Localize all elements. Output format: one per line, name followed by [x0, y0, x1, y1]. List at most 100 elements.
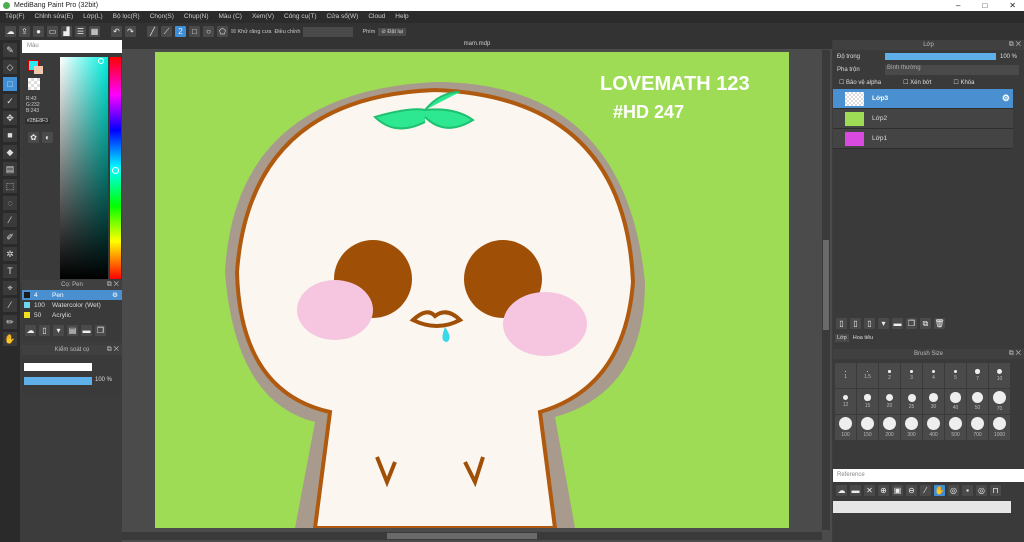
clip-checkbox[interactable]: ☐ Xén bớt — [903, 79, 931, 86]
dot-tool-icon[interactable]: □ — [3, 77, 17, 91]
new-brush-icon[interactable]: ▯ — [39, 325, 50, 336]
move-tool-icon[interactable]: ✥ — [3, 111, 17, 125]
maximize-button[interactable]: □ — [982, 0, 987, 11]
fit-icon[interactable]: ▣ — [892, 485, 903, 496]
layer-opacity-slider[interactable] — [885, 53, 996, 60]
color-history-icon[interactable]: ◐ — [42, 132, 53, 143]
close-button[interactable]: ✕ — [1009, 0, 1016, 11]
layer-row[interactable]: Lớp3 ⚙ — [833, 89, 1013, 109]
menu-layer[interactable]: Lớp(L) — [83, 11, 102, 23]
fill-rect-tool-icon[interactable]: ■ — [3, 128, 17, 142]
redo-icon[interactable]: ↷ — [125, 26, 136, 37]
add-layer-menu-icon[interactable]: ▾ — [878, 318, 889, 329]
brush-size-cell[interactable]: 3 — [901, 363, 922, 388]
snap-off-button[interactable]: ⊘ Đặt lại — [378, 27, 407, 36]
panel-close-icon[interactable]: ⧉ ✕ — [1009, 40, 1021, 50]
horizontal-scrollbar[interactable] — [122, 532, 822, 540]
tab-layers[interactable]: Lớp — [835, 334, 849, 342]
merge-layer-icon[interactable]: ⧉ — [920, 318, 931, 329]
menu-window[interactable]: Cửa sổ(W) — [327, 11, 359, 23]
select-eraser-icon[interactable]: ✲ — [3, 247, 17, 261]
brush-size-cell[interactable]: 100 — [835, 415, 856, 440]
brush-size-cell[interactable]: 30 — [923, 389, 944, 414]
duplicate-icon[interactable]: ❐ — [95, 325, 106, 336]
drawing-canvas[interactable]: LOVEMATH 123 #HD 247 — [155, 52, 789, 528]
brush-size-cell[interactable]: 70 — [989, 389, 1010, 414]
protect-alpha-checkbox[interactable]: ☐ Bảo vệ alpha — [839, 79, 881, 86]
new-halftone-layer-icon[interactable]: ▯ — [850, 318, 861, 329]
new-layer-icon[interactable]: ▯ — [836, 318, 847, 329]
hand-icon[interactable]: ✋ — [934, 485, 945, 496]
brush-size-cell[interactable]: 25 — [901, 389, 922, 414]
duplicate-layer-icon[interactable]: ❐ — [906, 318, 917, 329]
hex-value[interactable]: #2BE8F3 — [25, 118, 50, 124]
brush-size-cell[interactable]: 400 — [923, 415, 944, 440]
magic-wand-icon[interactable]: ⁄ — [3, 213, 17, 227]
brush-settings-icon[interactable]: ▤ — [67, 325, 78, 336]
hand-tool-icon[interactable]: ✋ — [3, 332, 17, 346]
pin-icon[interactable]: ⊓ — [990, 485, 1001, 496]
tab-navigator[interactable]: Hoa tiêu — [851, 334, 876, 342]
antialias-checkbox[interactable]: ☒ Khử răng cưa — [231, 29, 271, 35]
reference-cloud-icon[interactable]: ☁ — [836, 485, 847, 496]
brush-size-cell[interactable]: 5 — [945, 363, 966, 388]
panel-close-icon[interactable]: ⧉ ✕ — [107, 345, 119, 355]
brush-size-cell[interactable]: 7 — [967, 363, 988, 388]
list-icon[interactable]: ☰ — [75, 26, 86, 37]
folder-icon[interactable]: ▬ — [892, 318, 903, 329]
brush-size-cell[interactable]: 12 — [835, 389, 856, 414]
rect-select-icon[interactable]: ⬚ — [3, 179, 17, 193]
opacity-slider[interactable] — [24, 377, 92, 385]
eyedropper-icon[interactable]: ⁄ — [3, 298, 17, 312]
add-brush-icon[interactable]: ▾ — [53, 325, 64, 336]
layer-row[interactable]: Lớp2 — [833, 109, 1013, 129]
message-icon[interactable]: ▭ — [47, 26, 58, 37]
lock-checkbox[interactable]: ☐ Khóa — [953, 79, 974, 86]
correction-select[interactable] — [303, 26, 354, 37]
brush-size-cell[interactable]: 2 — [879, 363, 900, 388]
menu-tools[interactable]: Công cụ(T) — [284, 11, 317, 23]
grid-icon[interactable]: ▦ — [89, 26, 100, 37]
rect-icon[interactable]: □ — [189, 26, 200, 37]
transparent-swatch[interactable] — [28, 78, 40, 90]
vertical-scrollbar[interactable] — [822, 50, 830, 530]
brush-size-cell[interactable]: 1000 — [989, 415, 1010, 440]
rotate-left-icon[interactable]: ◎ — [948, 485, 959, 496]
gear-icon[interactable]: ⚙ — [1002, 93, 1010, 104]
comment-icon[interactable]: ● — [33, 26, 44, 37]
cloud-icon[interactable]: ☁ — [5, 26, 16, 37]
brush-size-cell[interactable]: 20 — [879, 389, 900, 414]
panel-close-icon[interactable]: ⧉ ✕ — [1009, 349, 1021, 359]
layer-row[interactable]: Lớp1 — [833, 129, 1013, 149]
zoom-out-icon[interactable]: ⊖ — [906, 485, 917, 496]
menu-edit[interactable]: Chỉnh sửa(E) — [35, 11, 74, 23]
line-icon[interactable]: ╱ — [147, 26, 158, 37]
brush-item[interactable]: 4 Pen ⚙ — [22, 290, 122, 300]
blend-select[interactable]: Bình thường — [885, 64, 1019, 75]
undo-icon[interactable]: ↶ — [111, 26, 122, 37]
brush-size-cell[interactable]: 200 — [879, 415, 900, 440]
brush-size-cell[interactable]: 40 — [945, 389, 966, 414]
select-pen-icon[interactable]: ✐ — [3, 230, 17, 244]
brush-size-cell[interactable]: 50 — [967, 389, 988, 414]
polyline-icon[interactable]: ⟋ — [161, 26, 172, 37]
brush-size-cell[interactable]: 4 — [923, 363, 944, 388]
rotate-right-icon[interactable]: ◎ — [976, 485, 987, 496]
delete-layer-icon[interactable]: 🗑 — [934, 318, 945, 329]
ellipse-icon[interactable]: ○ — [203, 26, 214, 37]
open-icon[interactable]: ▬ — [850, 485, 861, 496]
operation-tool-icon[interactable]: ⌖ — [3, 281, 17, 295]
brush-size-cell[interactable]: 300 — [901, 415, 922, 440]
polygon-icon[interactable]: ⬠ — [217, 26, 228, 37]
menu-color[interactable]: Màu (C) — [218, 11, 241, 23]
bucket-tool-icon[interactable]: ◆ — [3, 145, 17, 159]
folder-icon[interactable]: ▬ — [81, 325, 92, 336]
document-tab[interactable]: mam.mdp — [122, 40, 832, 49]
panel-close-icon[interactable]: ⧉ ✕ — [107, 280, 119, 290]
menu-help[interactable]: Help — [395, 11, 408, 23]
flip-icon[interactable]: ▪ — [962, 485, 973, 496]
menu-cloud[interactable]: Cloud — [368, 11, 385, 23]
brush-tool-icon[interactable]: ✎ — [3, 43, 17, 57]
brush-size-slider[interactable] — [24, 363, 92, 371]
brush-size-cell[interactable]: 1.5 — [857, 363, 878, 388]
